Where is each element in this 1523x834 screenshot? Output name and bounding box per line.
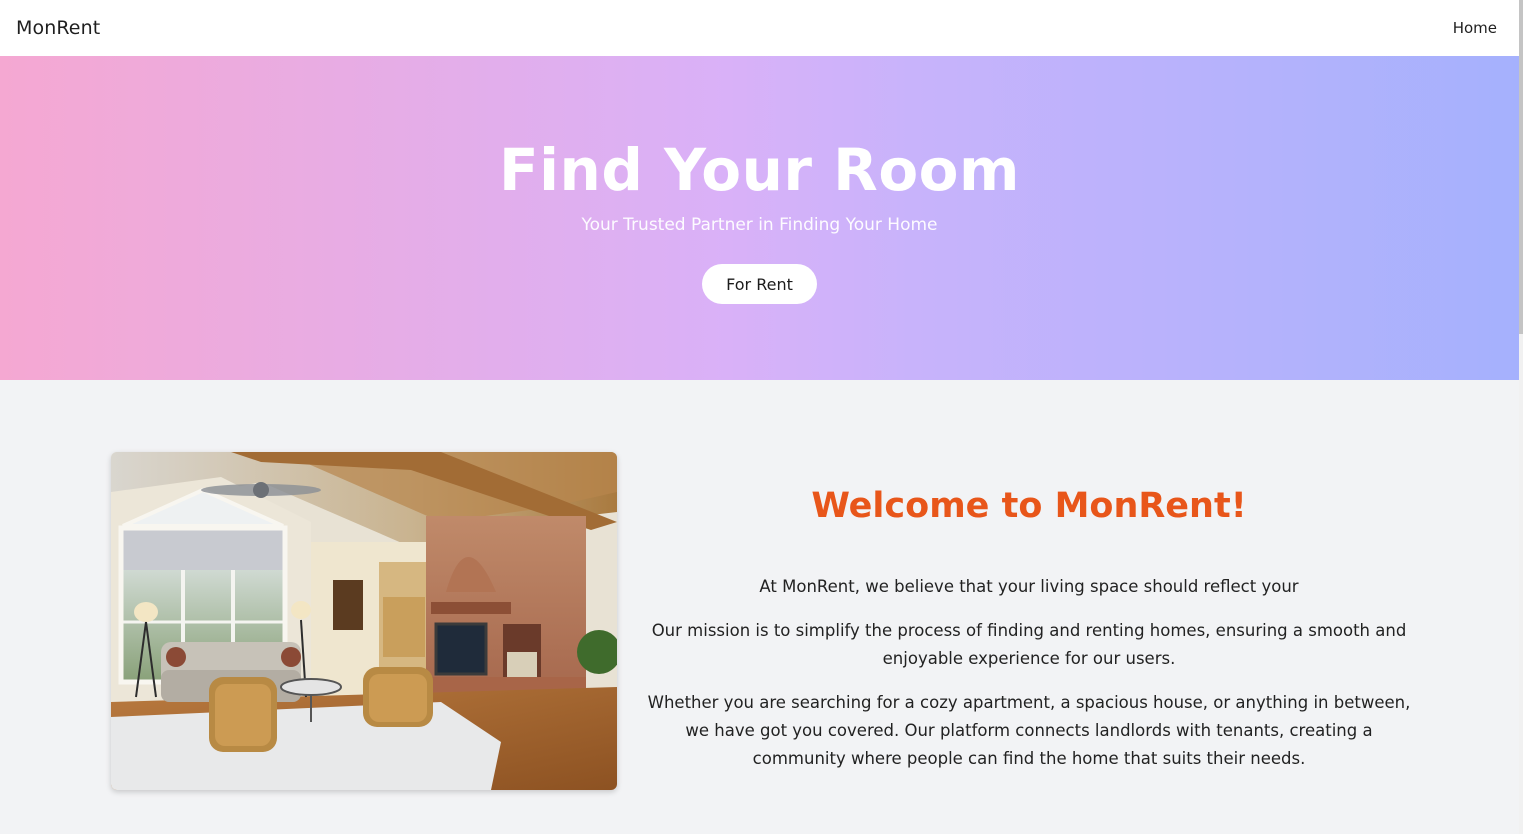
- for-rent-button[interactable]: For Rent: [702, 264, 817, 304]
- page: MonRent Home Find Your Room Your Trusted…: [0, 0, 1523, 834]
- hero-banner: Find Your Room Your Trusted Partner in F…: [0, 56, 1519, 380]
- about-paragraph: Whether you are searching for a cozy apa…: [647, 693, 1411, 768]
- about-paragraph: At MonRent, we believe that your living …: [759, 577, 1299, 596]
- hero-subtitle: Your Trusted Partner in Finding Your Hom…: [581, 215, 938, 235]
- scrollbar-thumb[interactable]: [1519, 0, 1523, 334]
- welcome-heading: Welcome to MonRent!: [811, 486, 1247, 526]
- brand-logo-link[interactable]: MonRent: [16, 17, 100, 39]
- navbar: MonRent Home: [0, 0, 1519, 56]
- page-scrollbar[interactable]: [1519, 0, 1523, 834]
- about-paragraph: Our mission is to simplify the process o…: [651, 621, 1407, 668]
- hero-title: Find Your Room: [499, 136, 1020, 204]
- living-room-image: [111, 452, 617, 790]
- about-section: Welcome to MonRent! At MonRent, we belie…: [646, 482, 1412, 773]
- nav-link-home[interactable]: Home: [1453, 19, 1497, 37]
